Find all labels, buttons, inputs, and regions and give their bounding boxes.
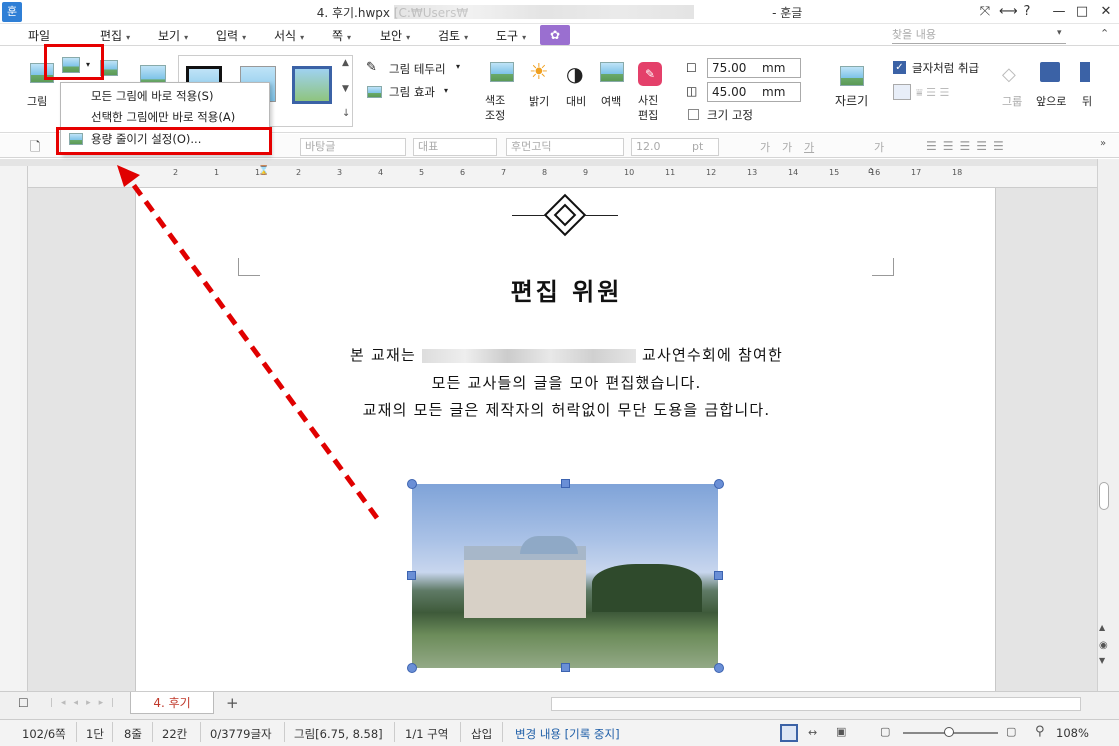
annotation-arrow [117, 165, 380, 520]
